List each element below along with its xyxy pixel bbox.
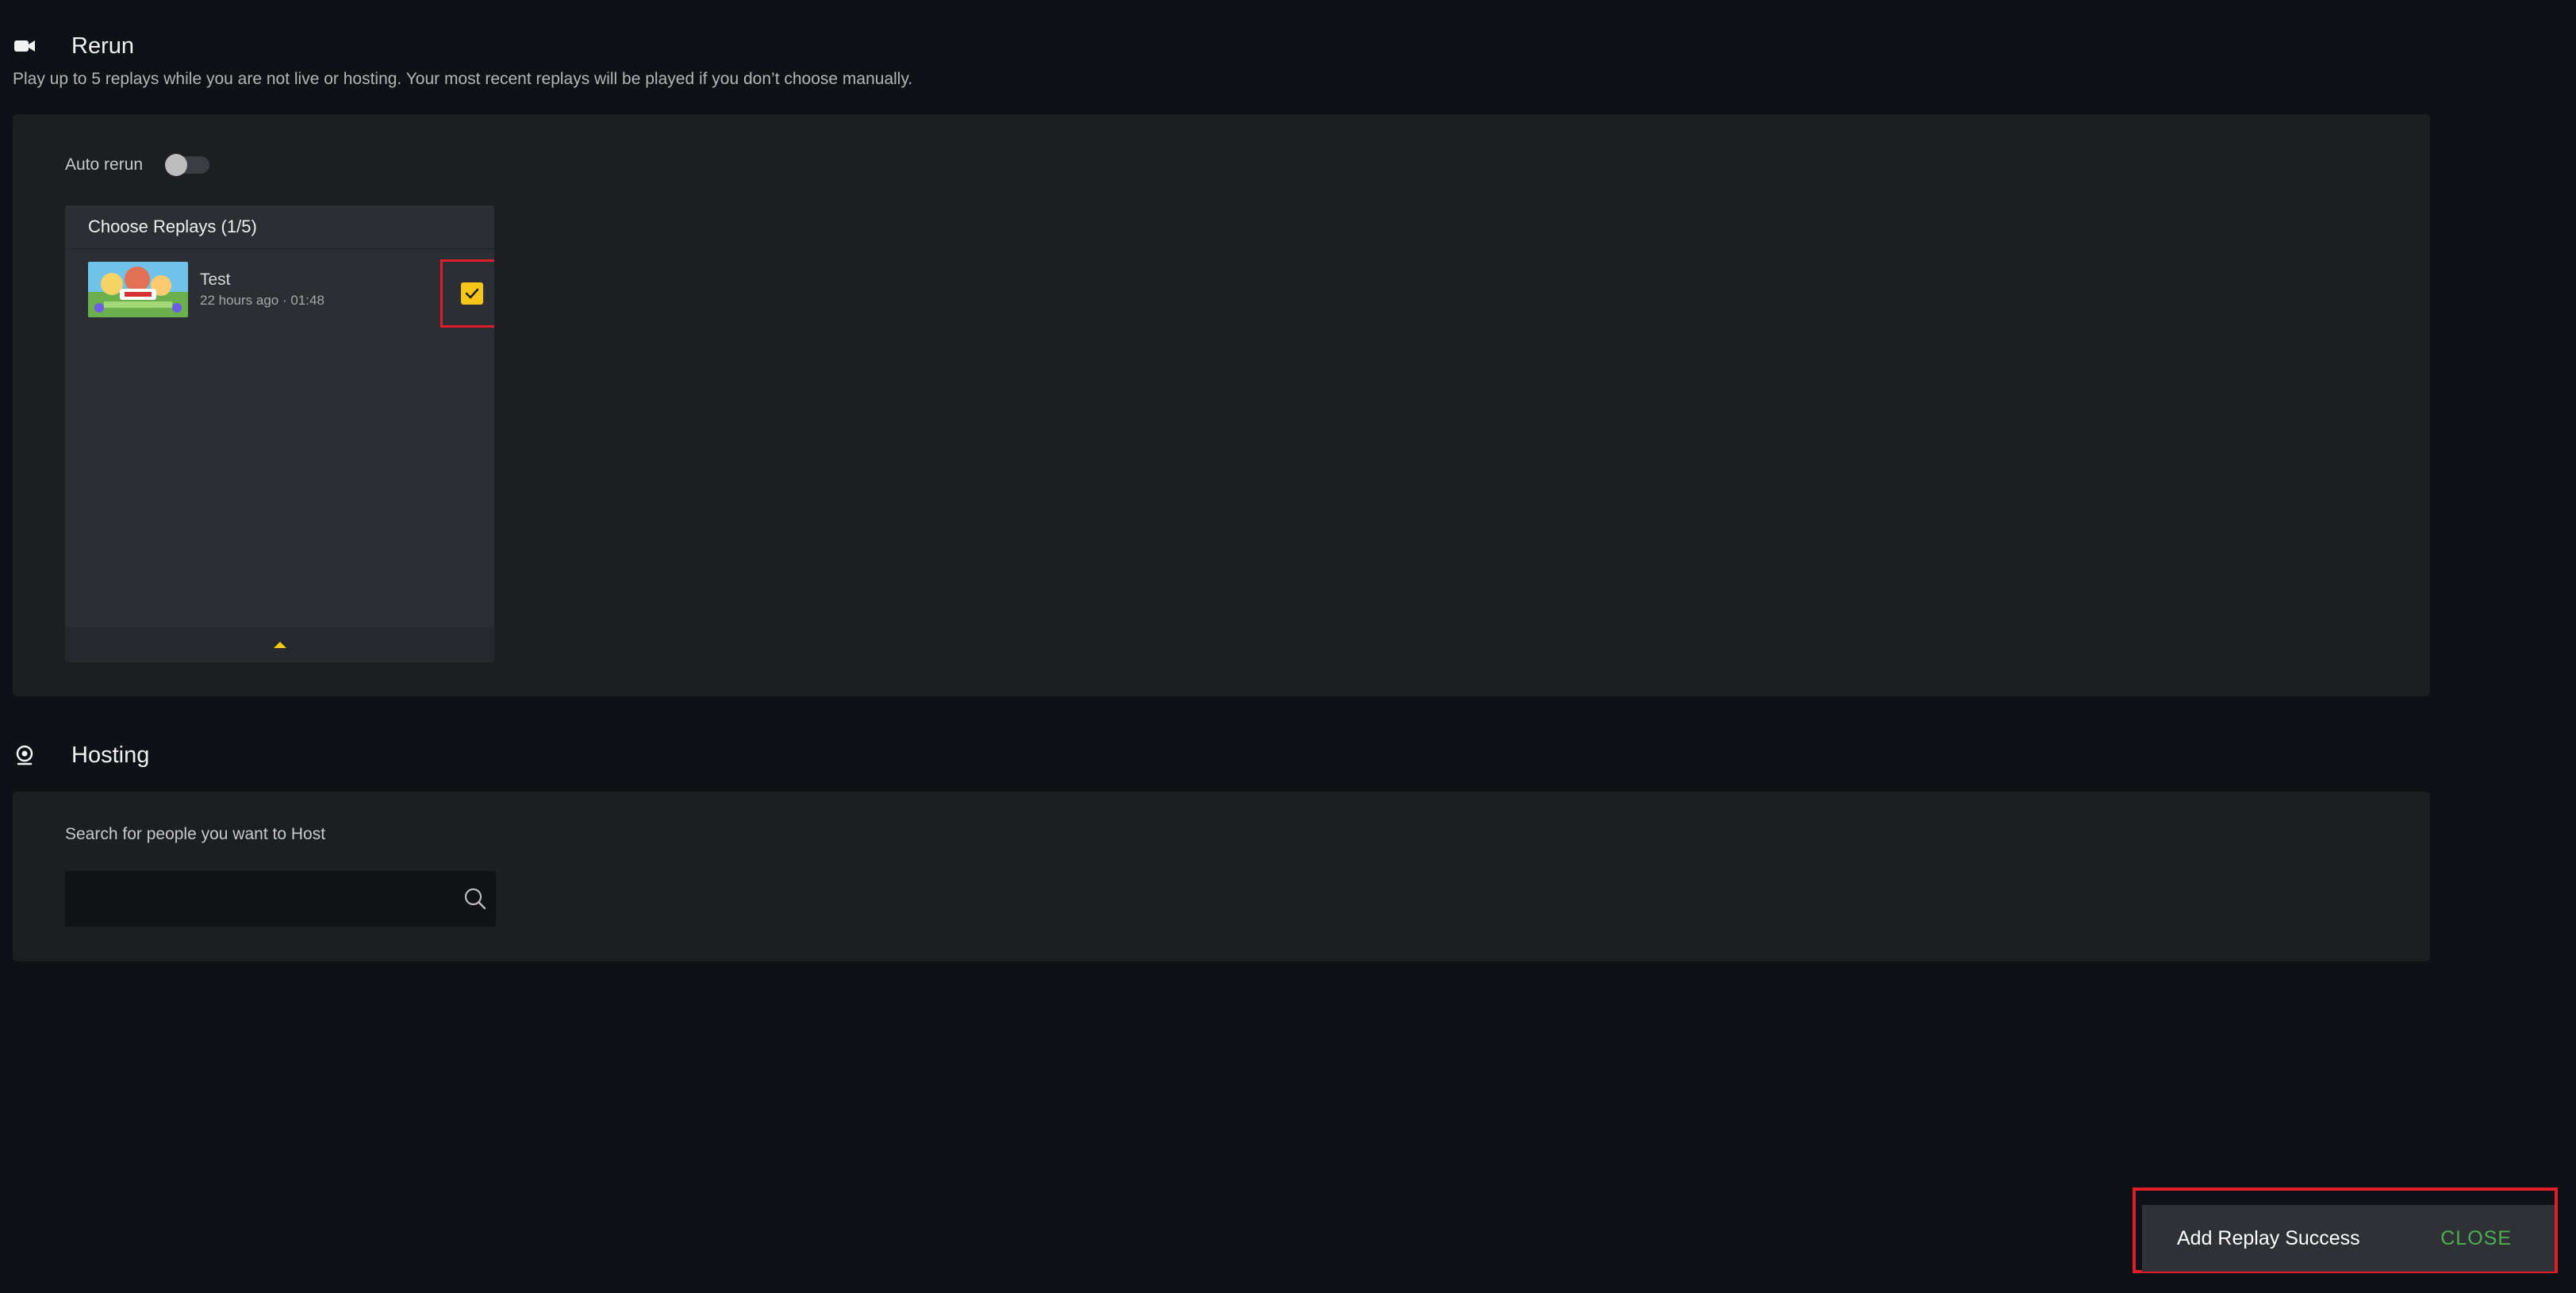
hosting-header: Hosting: [13, 739, 149, 771]
rerun-header: Rerun: [13, 30, 134, 62]
hosting-panel: Search for people you want to Host: [13, 792, 2430, 961]
choose-replays-box: Choose Replays (1/5) Test 22 hours ago ·…: [65, 205, 494, 662]
replay-thumbnail: [88, 262, 188, 317]
auto-rerun-row: Auto rerun: [65, 154, 210, 176]
page: Rerun Play up to 5 replays while you are…: [0, 0, 2576, 1293]
hosting-title: Hosting: [71, 742, 150, 768]
hosting-search-box: [65, 870, 496, 927]
replay-subtitle: 22 hours ago · 01:48: [200, 293, 324, 308]
toggle-knob: [165, 154, 188, 176]
toast-message: Add Replay Success: [2177, 1226, 2360, 1249]
replay-meta: Test 22 hours ago · 01:48: [200, 270, 324, 309]
toast-notification: Add Replay Success CLOSE: [2142, 1205, 2555, 1272]
rerun-panel: Auto rerun Choose Replays (1/5) Test 22 …: [13, 114, 2430, 696]
hosting-search-label: Search for people you want to Host: [65, 825, 326, 843]
replay-checkbox[interactable]: [461, 282, 483, 305]
replay-checkbox-highlight: [440, 259, 494, 328]
collapse-arrow-icon[interactable]: [273, 642, 286, 648]
replays-footer: [65, 627, 494, 662]
checkmark-icon: [465, 288, 479, 299]
choose-replays-title: Choose Replays (1/5): [65, 205, 494, 249]
toast-close-button[interactable]: CLOSE: [2440, 1227, 2512, 1250]
replay-list-item[interactable]: Test 22 hours ago · 01:48: [88, 261, 494, 318]
video-camera-icon: [13, 34, 36, 58]
rerun-description: Play up to 5 replays while you are not l…: [13, 70, 913, 88]
auto-rerun-label: Auto rerun: [65, 155, 144, 174]
replay-title: Test: [200, 270, 231, 289]
webcam-icon: [13, 743, 36, 767]
auto-rerun-toggle[interactable]: [165, 154, 210, 176]
hosting-search-input[interactable]: [65, 870, 459, 927]
rerun-title: Rerun: [71, 33, 134, 59]
search-icon[interactable]: [459, 883, 491, 915]
